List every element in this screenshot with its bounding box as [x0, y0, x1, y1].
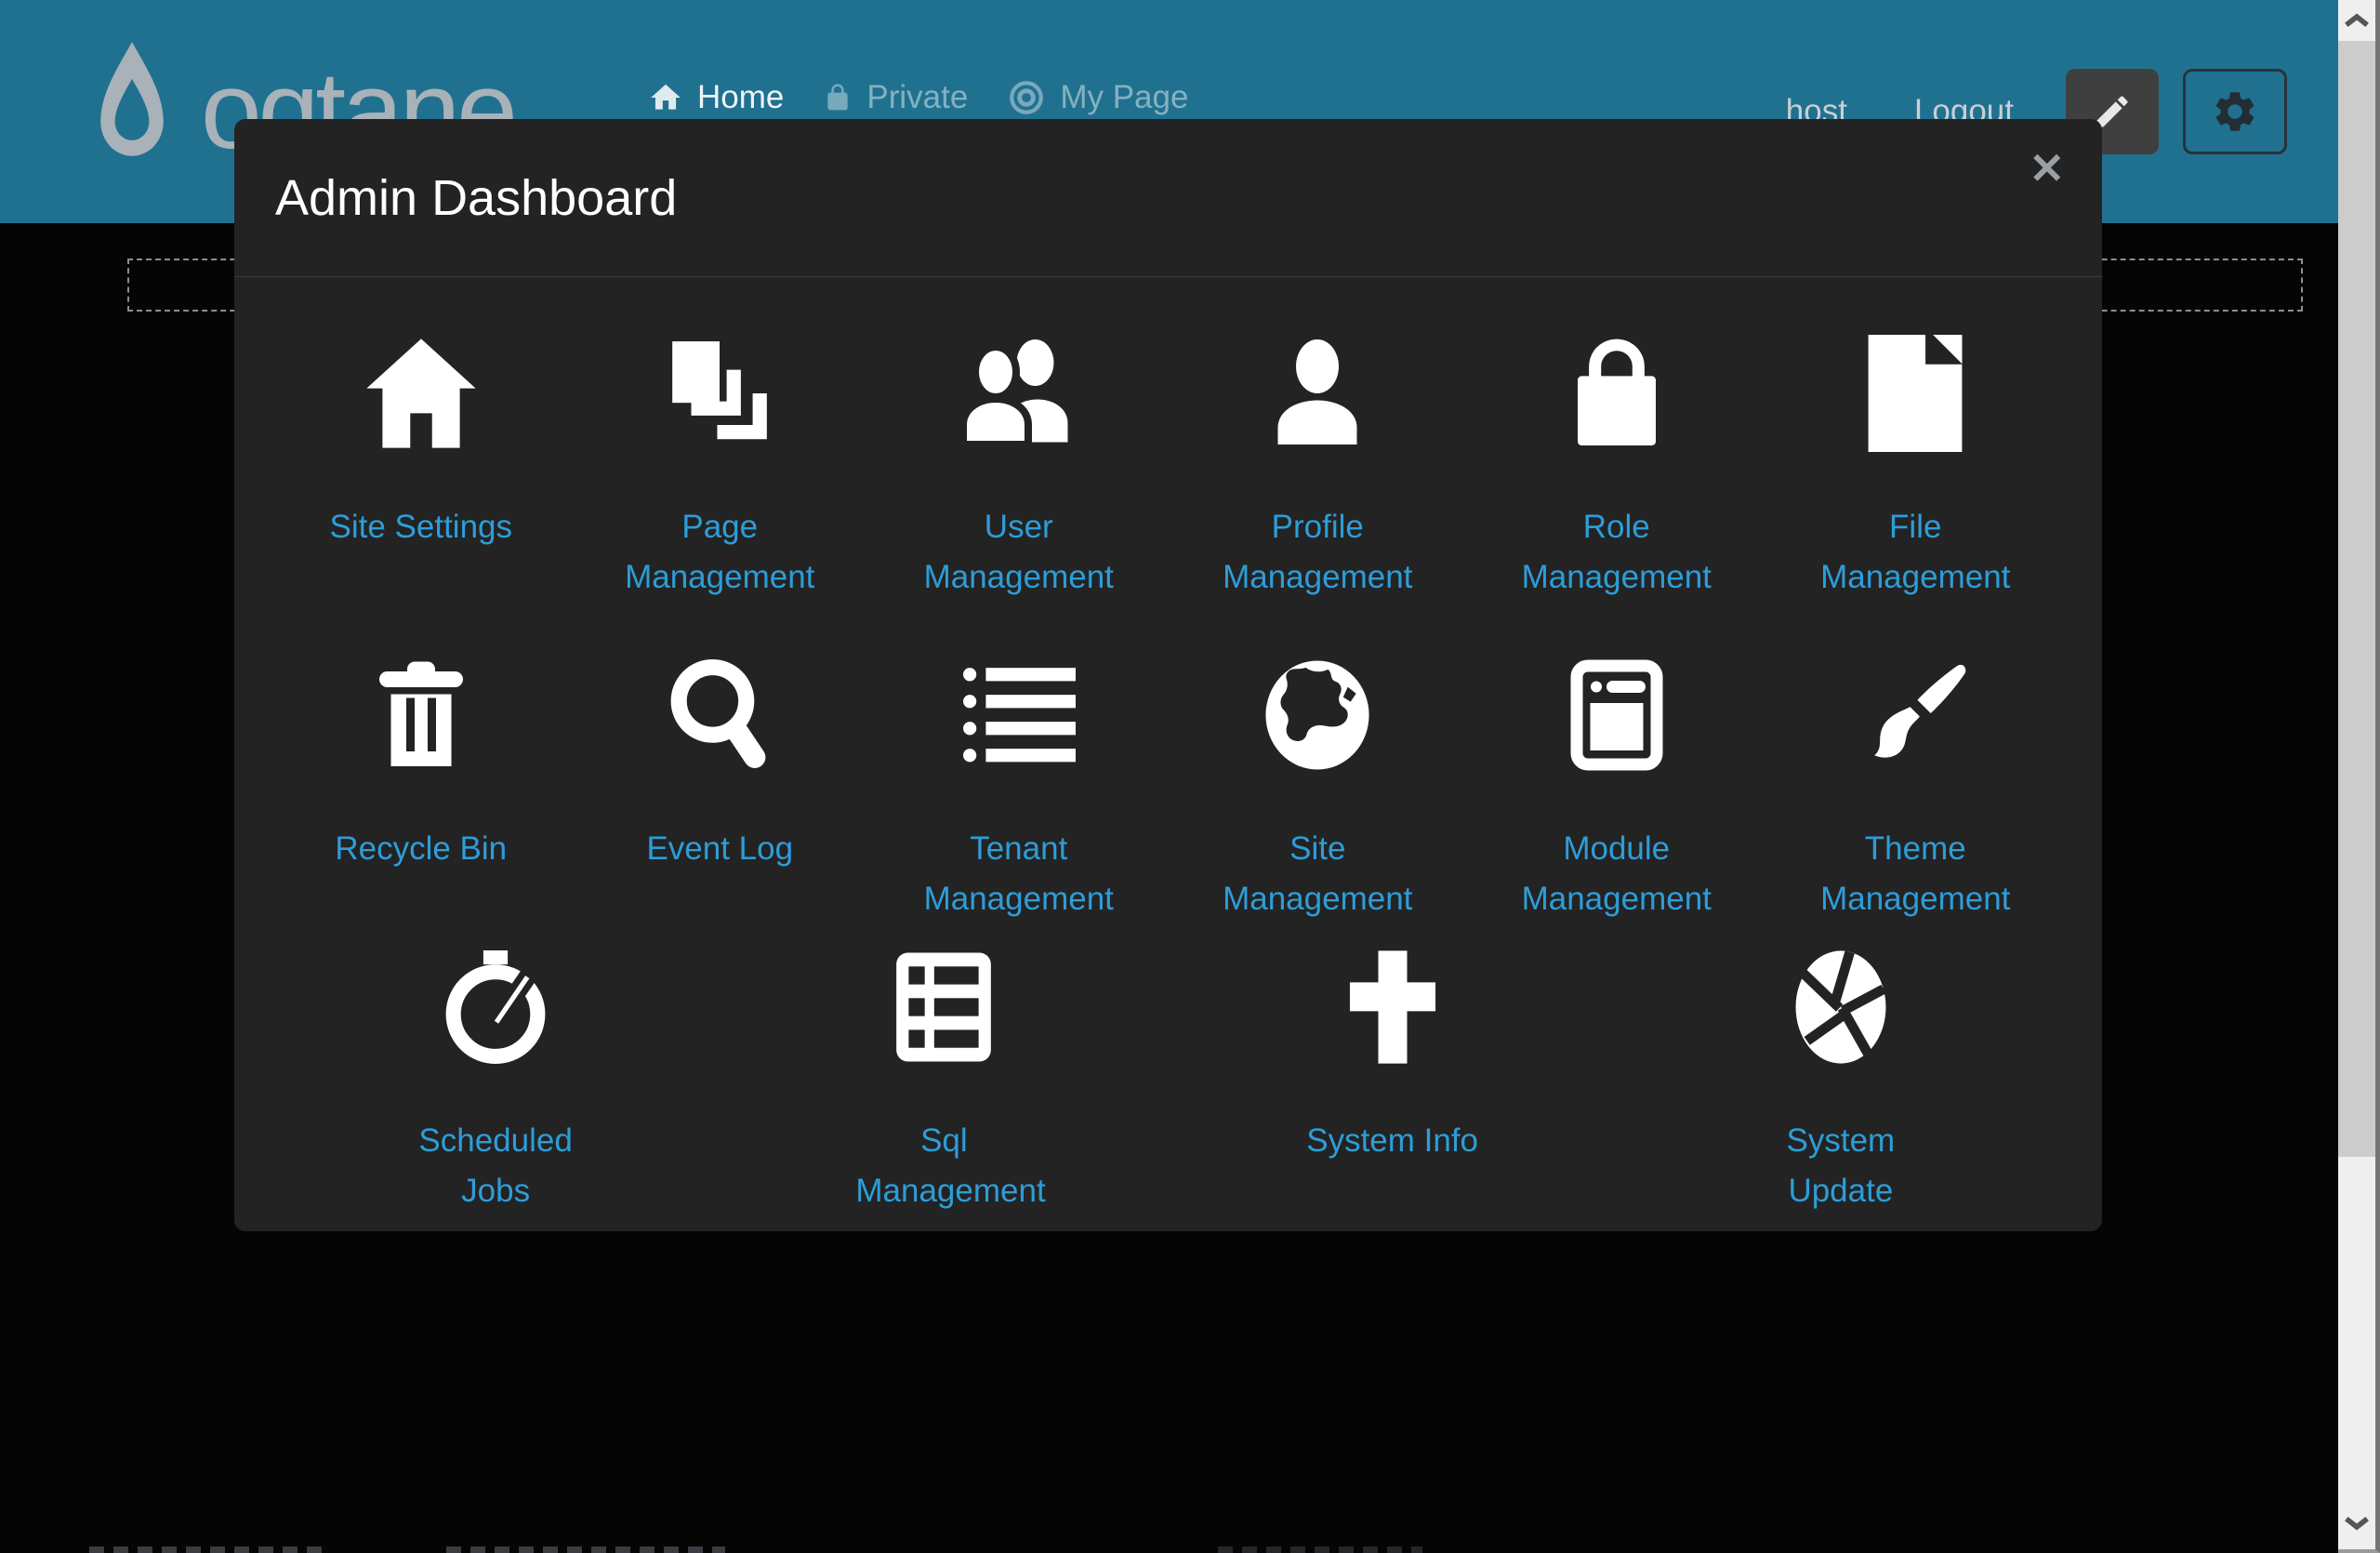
- tile-role-management[interactable]: Role Management: [1467, 324, 1766, 603]
- tile-system-info[interactable]: System Info: [1169, 937, 1617, 1216]
- clipped-bottom-text: [89, 1546, 322, 1553]
- tile-event-log[interactable]: Event Log: [571, 645, 870, 924]
- tile-label: Page Management: [603, 502, 836, 603]
- lock-icon: [823, 80, 853, 115]
- tile-site-settings[interactable]: Site Settings: [271, 324, 571, 603]
- tile-row: Scheduled Jobs Sql Management: [271, 937, 2065, 1216]
- scroll-up-button[interactable]: [2338, 0, 2375, 41]
- home-icon: [648, 80, 683, 115]
- modal-body: Site Settings Page Management: [234, 324, 2102, 1216]
- scroll-down-button[interactable]: [2338, 1503, 2375, 1544]
- medical-cross-icon: [1347, 937, 1438, 1077]
- tile-theme-management[interactable]: Theme Management: [1766, 645, 2066, 924]
- tile-system-update[interactable]: System Update: [1617, 937, 2065, 1216]
- tile-label: Recycle Bin: [335, 824, 507, 874]
- nav-item-my-page[interactable]: My Page: [1007, 78, 1188, 117]
- globe-icon: [1262, 645, 1373, 785]
- tile-label: Module Management: [1501, 824, 1733, 924]
- spreadsheet-icon: [892, 937, 996, 1077]
- clipped-bottom-text: [1218, 1546, 1422, 1553]
- tile-label: User Management: [903, 502, 1135, 603]
- chevron-down-icon: [2343, 1516, 2371, 1531]
- vertical-scrollbar[interactable]: [2338, 0, 2380, 1553]
- nav-item-private[interactable]: Private: [823, 79, 968, 116]
- magnifier-icon: [663, 645, 776, 785]
- file-icon: [1863, 324, 1967, 463]
- tile-label: Scheduled Jobs: [407, 1116, 584, 1216]
- lock-icon: [1565, 324, 1669, 463]
- main-nav: Home Private My Page: [648, 78, 1188, 117]
- admin-dashboard-modal: Admin Dashboard ✕ Site Settings: [234, 119, 2102, 1231]
- tile-label: Role Management: [1501, 502, 1733, 603]
- nav-label: Private: [866, 79, 968, 116]
- people-icon: [954, 324, 1084, 463]
- modal-header: Admin Dashboard ✕: [234, 119, 2102, 277]
- tile-label: Event Log: [646, 824, 793, 874]
- home-icon: [362, 324, 481, 463]
- tile-page-management[interactable]: Page Management: [571, 324, 870, 603]
- droplet-icon: [73, 39, 192, 167]
- clipped-bottom-text: [446, 1546, 725, 1553]
- tile-row: Recycle Bin Event Log: [271, 645, 2065, 924]
- tile-profile-management[interactable]: Profile Management: [1169, 324, 1468, 603]
- close-icon[interactable]: ✕: [2029, 147, 2065, 190]
- scrollbar-thumb[interactable]: [2338, 41, 2375, 1157]
- gear-icon: [2211, 87, 2259, 136]
- settings-button[interactable]: [2183, 69, 2287, 154]
- tile-scheduled-jobs[interactable]: Scheduled Jobs: [271, 937, 720, 1216]
- tile-label: Sql Management: [855, 1116, 1032, 1216]
- trash-icon: [370, 645, 472, 785]
- aperture-icon: [1793, 937, 1888, 1077]
- tile-label: Site Management: [1201, 824, 1434, 924]
- list-icon: [962, 645, 1076, 785]
- bullseye-icon: [1007, 78, 1046, 117]
- tile-label: Theme Management: [1799, 824, 2031, 924]
- layers-icon: [663, 324, 776, 463]
- person-icon: [1262, 324, 1373, 463]
- tile-tenant-management[interactable]: Tenant Management: [869, 645, 1169, 924]
- tile-sql-management[interactable]: Sql Management: [720, 937, 1168, 1216]
- browser-icon: [1570, 645, 1663, 785]
- nav-item-home[interactable]: Home: [648, 79, 784, 116]
- timer-icon: [439, 937, 552, 1077]
- nav-label: My Page: [1060, 79, 1188, 116]
- tile-row: Site Settings Page Management: [271, 324, 2065, 603]
- brush-icon: [1860, 645, 1970, 785]
- tile-recycle-bin[interactable]: Recycle Bin: [271, 645, 571, 924]
- tile-label: Profile Management: [1201, 502, 1434, 603]
- tile-label: Tenant Management: [903, 824, 1135, 924]
- tile-site-management[interactable]: Site Management: [1169, 645, 1468, 924]
- tile-user-management[interactable]: User Management: [869, 324, 1169, 603]
- modal-title: Admin Dashboard: [275, 169, 677, 227]
- tile-module-management[interactable]: Module Management: [1467, 645, 1766, 924]
- tile-label: System Info: [1306, 1116, 1478, 1166]
- chevron-up-icon: [2343, 13, 2371, 28]
- tile-label: System Update: [1752, 1116, 1929, 1216]
- tile-file-management[interactable]: File Management: [1766, 324, 2066, 603]
- nav-label: Home: [697, 79, 784, 116]
- tile-label: Site Settings: [330, 502, 513, 552]
- tile-label: File Management: [1799, 502, 2031, 603]
